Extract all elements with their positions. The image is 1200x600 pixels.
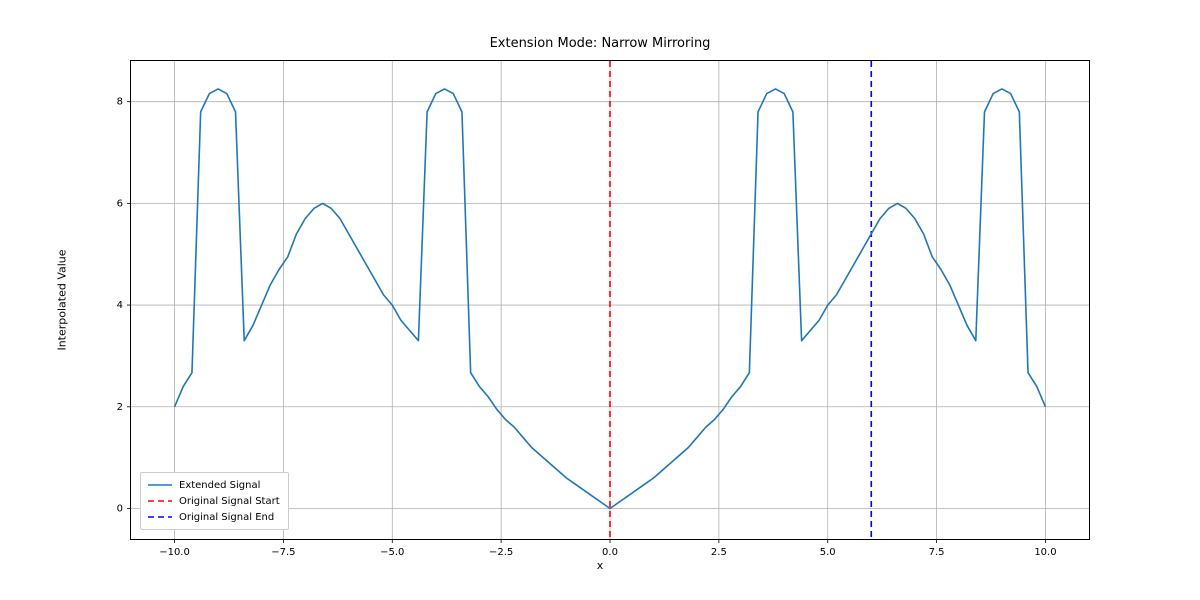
y-axis-label: Interpolated Value	[56, 249, 69, 350]
svg-text:0.0: 0.0	[602, 547, 618, 558]
legend-swatch-end	[147, 511, 173, 523]
svg-text:2: 2	[117, 402, 123, 413]
svg-text:8: 8	[117, 97, 123, 108]
svg-text:−7.5: −7.5	[271, 547, 295, 558]
legend-item-start: Original Signal Start	[147, 493, 280, 509]
legend-label-start: Original Signal Start	[179, 496, 280, 507]
svg-text:−5.0: −5.0	[380, 547, 404, 558]
svg-text:6: 6	[117, 198, 123, 209]
y-ticks: 02468	[123, 61, 131, 539]
x-axis-label: x	[0, 559, 1200, 572]
legend-item-extended: Extended Signal	[147, 477, 280, 493]
svg-text:7.5: 7.5	[929, 547, 945, 558]
svg-text:0: 0	[117, 503, 123, 514]
x-ticks: −10.0 −7.5 −5.0 −2.5 0.0 2.5 5.0 7.5 10.0	[131, 539, 1089, 559]
svg-text:2.5: 2.5	[711, 547, 727, 558]
svg-text:10.0: 10.0	[1034, 547, 1056, 558]
legend: Extended Signal Original Signal Start Or…	[140, 472, 289, 530]
svg-text:−10.0: −10.0	[159, 547, 190, 558]
svg-text:−2.5: −2.5	[489, 547, 513, 558]
legend-label-end: Original Signal End	[179, 512, 274, 523]
legend-swatch-extended	[147, 479, 173, 491]
chart-title: Extension Mode: Narrow Mirroring	[0, 36, 1200, 51]
svg-text:4: 4	[117, 300, 123, 311]
legend-swatch-start	[147, 495, 173, 507]
svg-text:5.0: 5.0	[820, 547, 836, 558]
axes: −10.0−7.5−5.0−2.50.02.55.07.510.0 02468	[130, 60, 1090, 540]
plot-area	[131, 61, 1089, 539]
legend-label-extended: Extended Signal	[179, 480, 260, 491]
figure: Extension Mode: Narrow Mirroring Interpo…	[0, 0, 1200, 600]
legend-item-end: Original Signal End	[147, 509, 280, 525]
